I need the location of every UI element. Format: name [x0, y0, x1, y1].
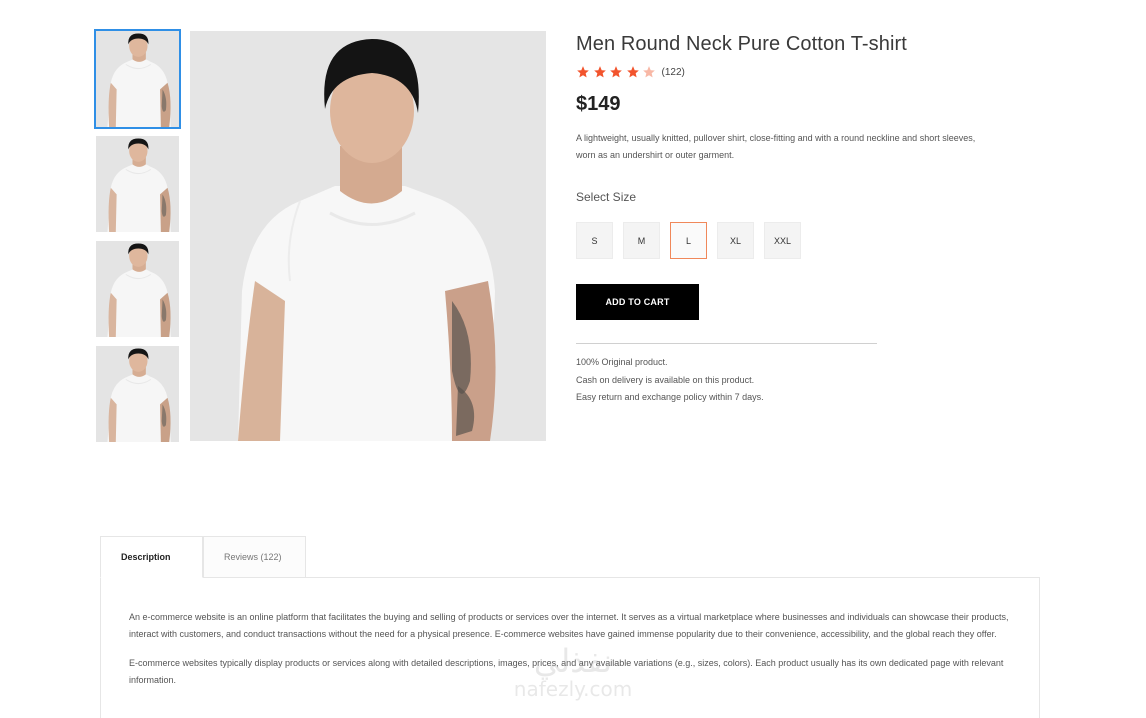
main-product-image — [190, 31, 546, 441]
rating: (122) — [576, 65, 976, 79]
divider — [576, 343, 877, 344]
star-filled-icon — [626, 65, 640, 79]
policy-item: Cash on delivery is available on this pr… — [576, 374, 755, 385]
thumbnail-3[interactable] — [96, 241, 179, 337]
product-title: Men Round Neck Pure Cotton T-shirt — [576, 33, 907, 55]
size-option-xxl[interactable]: XXL — [764, 222, 801, 259]
star-filled-icon — [593, 65, 607, 79]
size-option-m[interactable]: M — [623, 222, 660, 259]
description-paragraph: E-commerce websites typically display pr… — [129, 658, 1004, 685]
thumbnail-4[interactable] — [96, 346, 179, 442]
product-info: Men Round Neck Pure Cotton T-shirt (122)… — [576, 33, 976, 407]
star-filled-icon — [609, 65, 623, 79]
tab-description[interactable]: Description — [100, 536, 203, 578]
size-label: Select Size — [576, 190, 637, 204]
tab-reviews[interactable]: Reviews (122) — [203, 536, 306, 578]
size-option-xl[interactable]: XL — [717, 222, 754, 259]
size-option-s[interactable]: S — [576, 222, 613, 259]
star-filled-icon — [576, 65, 590, 79]
policy-item: 100% Original product. — [576, 357, 668, 367]
description-panel: An e-commerce website is an online platf… — [100, 577, 1040, 718]
size-option-l[interactable]: L — [670, 222, 707, 259]
description-paragraph: An e-commerce website is an online platf… — [129, 612, 1009, 639]
add-to-cart-button[interactable]: ADD TO CART — [576, 284, 699, 320]
star-empty-icon — [642, 65, 656, 79]
product-description: A lightweight, usually knitted, pullover… — [576, 133, 976, 160]
thumbnail-1[interactable] — [94, 29, 181, 129]
product-price: $149 — [576, 93, 621, 115]
thumbnail-list — [94, 29, 181, 451]
tab-bar: Description Reviews (122) — [100, 536, 306, 578]
policy-list: 100% Original product. Cash on delivery i… — [576, 354, 976, 407]
thumbnail-2[interactable] — [96, 136, 179, 232]
size-options: S M L XL XXL — [576, 222, 976, 259]
policy-item: Easy return and exchange policy within 7… — [576, 392, 764, 402]
rating-count: (122) — [661, 66, 685, 78]
star-rating — [576, 65, 659, 79]
